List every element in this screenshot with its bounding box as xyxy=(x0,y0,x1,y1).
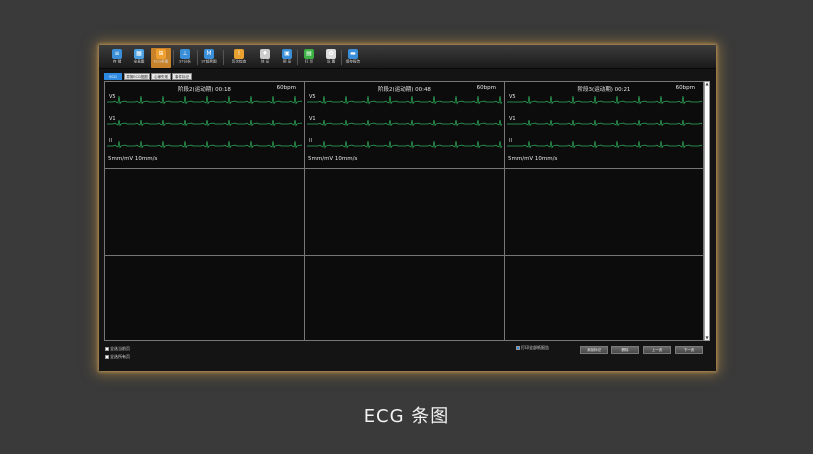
scale-label: 5mm/mV 10mm/s xyxy=(508,156,558,162)
history-icon: ! xyxy=(234,49,244,59)
scroll-up-icon[interactable]: ▲ xyxy=(705,82,709,86)
tab-abnormal-ecg[interactable]: 异常ECG视图 xyxy=(124,73,150,80)
heart-rate-label: 60bpm xyxy=(476,85,496,91)
scale-label: 5mm/mV 10mm/s xyxy=(308,156,358,162)
hologram-icon: ▦ xyxy=(134,49,144,59)
ecg-waveform xyxy=(507,95,702,105)
toolbar-divider xyxy=(173,50,174,65)
select-current-page-checkbox[interactable]: 全选当前页 xyxy=(105,346,130,352)
add-marker-button[interactable]: 添加标记 xyxy=(580,346,608,354)
preview-button[interactable]: ▣ 预 览 xyxy=(277,48,297,68)
toolbar-button-label: 保存报告 xyxy=(345,59,361,64)
toolbar-button-label: 存 储 xyxy=(112,59,122,64)
tab-ecg[interactable]: ECG xyxy=(104,73,122,80)
ecg-trace-v1 xyxy=(107,119,302,127)
print-all-report-checkbox[interactable]: 打印全部纸报告 xyxy=(516,345,549,351)
strip-title: 阶段2(运动期) 00:48 xyxy=(378,87,431,93)
preview-icon: ▣ xyxy=(282,49,292,59)
ecg-trace-v1 xyxy=(507,119,702,127)
ecg-strip-cell[interactable]: 阶段2(运动期) 00:18 60bpm V5 V1 II 5mm/mV 10mm/s xyxy=(104,81,305,169)
ecg-strip-cell[interactable]: 阶段2(运动期) 00:48 60bpm V5 V1 II 5mm/mV 10mm/s xyxy=(304,81,505,169)
empty-strip-cell[interactable] xyxy=(504,168,704,256)
settings-gear-button[interactable]: ✿ 设 置 xyxy=(321,48,341,68)
toolbar-button-label: 打 印 xyxy=(304,59,314,64)
toolbar-divider xyxy=(223,50,224,65)
checkbox-box[interactable] xyxy=(516,346,520,350)
toolbar-divider xyxy=(341,50,342,65)
history-button[interactable]: ! 历次检查 xyxy=(229,48,249,68)
empty-strip-cell[interactable] xyxy=(104,255,305,341)
checkbox-box[interactable] xyxy=(105,347,109,351)
tab-event-marker[interactable]: 事件标记 xyxy=(172,73,192,80)
ecg-trace-v5 xyxy=(507,95,702,105)
next-page-button[interactable]: 下一页 xyxy=(675,346,703,354)
st-analysis-icon: ⊥ xyxy=(180,49,190,59)
ecg-waveform xyxy=(307,95,502,105)
vitals-icon: ♦ xyxy=(260,49,270,59)
vitals-button[interactable]: ♦ 体 征 xyxy=(255,48,275,68)
ecg-waveform xyxy=(307,119,502,127)
select-all-pages-checkbox[interactable]: 全选所有页 xyxy=(105,354,130,360)
ecg-strip-grid: 阶段2(运动期) 00:18 60bpm V5 V1 II 5mm/mV 10mm/s 阶段… xyxy=(104,81,704,341)
ecg-trace-ii xyxy=(307,140,502,149)
heart-rate-label: 60bpm xyxy=(276,85,296,91)
settings-gear-icon: ✿ xyxy=(326,49,336,59)
st-trend-button[interactable]: M ST趋势图 xyxy=(199,48,219,68)
hologram-button[interactable]: ▦ 全息图 xyxy=(129,48,149,68)
save-report-button[interactable]: ▬ 保存报告 xyxy=(343,48,363,68)
ecg-waveform xyxy=(107,95,302,105)
st-analysis-button[interactable]: ⊥ ST分析 xyxy=(175,48,195,68)
ecg-trace-v5 xyxy=(307,95,502,105)
toolbar: ≡ 存 储 ▦ 全息图 ⊞ ECG条图 ⊥ ST分析 M ST趋势图! 历次检查 ♦ 体 征 ▣ 预 览 ▤ 打… xyxy=(99,45,716,69)
toolbar-button-label: 全息图 xyxy=(133,59,145,64)
ecg-waveform xyxy=(107,140,302,149)
ecg-trace-v5 xyxy=(107,95,302,105)
toolbar-button-label: ST分析 xyxy=(179,59,191,64)
checkbox-label: 打印全部纸报告 xyxy=(521,345,549,350)
checkbox-label: 全选当前页 xyxy=(110,346,130,351)
save-disk-icon: ≡ xyxy=(112,49,122,59)
tab-arrhythmia[interactable]: 心律失常 xyxy=(151,73,171,80)
st-trend-icon: M xyxy=(204,49,214,59)
ecg-strip-icon: ⊞ xyxy=(156,49,166,59)
save-disk-button[interactable]: ≡ 存 储 xyxy=(107,48,127,68)
toolbar-button-label: 预 览 xyxy=(282,59,292,64)
ecg-waveform xyxy=(307,140,502,149)
heart-rate-label: 60bpm xyxy=(675,85,695,91)
checkbox-box[interactable] xyxy=(105,355,109,359)
ecg-waveform xyxy=(107,119,302,127)
toolbar-divider xyxy=(197,50,198,65)
print-icon: ▤ xyxy=(304,49,314,59)
ecg-app-window: ≡ 存 储 ▦ 全息图 ⊞ ECG条图 ⊥ ST分析 M ST趋势图! 历次检查 ♦ 体 征 ▣ 预 览 ▤ 打… xyxy=(99,45,716,371)
empty-strip-cell[interactable] xyxy=(304,168,505,256)
figure-caption: ECG 条图 xyxy=(363,406,450,427)
toolbar-button-label: ST趋势图 xyxy=(201,59,217,64)
checkbox-label: 全选所有页 xyxy=(110,354,130,359)
delete-button[interactable]: 删除 xyxy=(611,346,639,354)
scroll-down-icon[interactable]: ▼ xyxy=(705,336,709,340)
prev-page-button[interactable]: 上一页 xyxy=(643,346,671,354)
toolbar-button-label: ECG条图 xyxy=(153,59,169,64)
ecg-strip-button[interactable]: ⊞ ECG条图 xyxy=(151,48,171,68)
ecg-waveform xyxy=(507,119,702,127)
vertical-scrollbar[interactable]: ▲ ▼ xyxy=(704,81,710,341)
ecg-trace-ii xyxy=(507,140,702,149)
empty-strip-cell[interactable] xyxy=(104,168,305,256)
ecg-trace-ii xyxy=(107,140,302,149)
toolbar-button-label: 设 置 xyxy=(326,59,336,64)
print-button[interactable]: ▤ 打 印 xyxy=(299,48,319,68)
ecg-trace-v1 xyxy=(307,119,502,127)
scale-label: 5mm/mV 10mm/s xyxy=(108,156,158,162)
save-report-icon: ▬ xyxy=(348,49,358,59)
strip-title: 阶段3(运动期) 00:21 xyxy=(577,87,631,93)
strip-title: 阶段2(运动期) 00:18 xyxy=(178,87,231,93)
toolbar-button-label: 历次检查 xyxy=(231,59,247,64)
ecg-strip-cell[interactable]: 阶段3(运动期) 00:21 60bpm V5 V1 II 5mm/mV 10mm/s xyxy=(504,81,704,169)
toolbar-divider xyxy=(297,50,298,65)
empty-strip-cell[interactable] xyxy=(504,255,704,341)
toolbar-button-label: 体 征 xyxy=(260,59,270,64)
empty-strip-cell[interactable] xyxy=(304,255,505,341)
ecg-waveform xyxy=(507,140,702,149)
